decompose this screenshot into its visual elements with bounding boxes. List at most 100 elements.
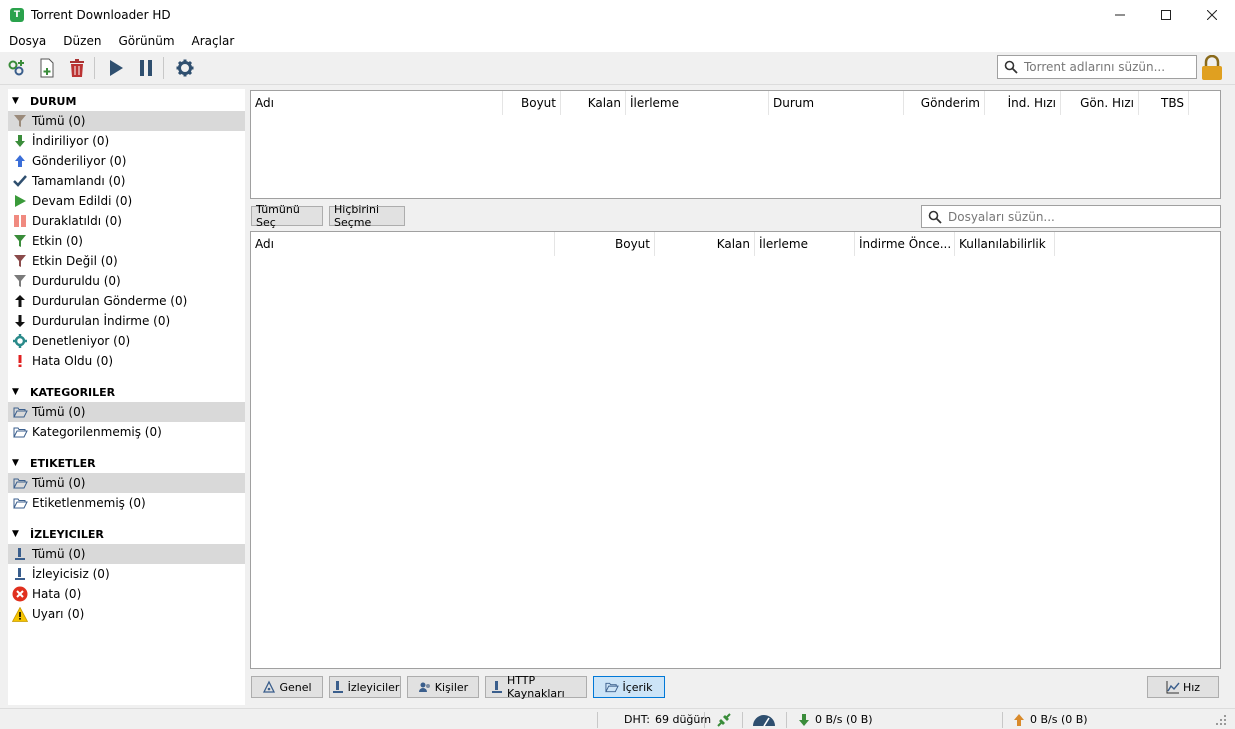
search-icon [928, 210, 942, 224]
tags-section-title: ETIKETLER [30, 456, 96, 470]
tags-section-header[interactable]: ▼ ETIKETLER [10, 454, 96, 472]
minimize-icon [1115, 14, 1125, 16]
sidebar-item-tracker-all[interactable]: Tümü (0) [8, 544, 245, 564]
add-torrent-link-button[interactable] [4, 55, 30, 81]
status-separator [704, 712, 705, 728]
close-icon [1207, 10, 1217, 20]
pause-button[interactable] [133, 55, 159, 81]
minimize-button[interactable] [1097, 0, 1143, 30]
speed-limit-icon[interactable] [752, 709, 776, 729]
maximize-button[interactable] [1143, 0, 1189, 30]
upload-arrow-icon [1014, 713, 1024, 726]
add-torrent-file-button[interactable] [34, 55, 60, 81]
file-search-input[interactable]: Dosyaları süzün... [921, 205, 1221, 228]
sidebar-item-status-all[interactable]: Tümü (0) [8, 111, 245, 131]
sidebar-item-paused[interactable]: Duraklatıldı (0) [8, 211, 245, 231]
column-header-progress-label: İlerleme [630, 96, 679, 110]
select-all-button[interactable]: Tümünü Seç [251, 203, 323, 229]
sidebar-item-label: Hata Oldu (0) [32, 354, 114, 368]
column-header-seeds[interactable]: Gönderim [904, 91, 985, 115]
stalled-upload-icon [12, 293, 28, 309]
tab-speed[interactable]: Hız [1147, 676, 1219, 698]
sidebar-item-active[interactable]: Etkin (0) [8, 231, 245, 251]
torrent-search-placeholder: Torrent adlarını süzün... [1024, 60, 1166, 74]
file-list[interactable]: Adı ^ Boyut Kalan İlerleme İndirme Önce.… [250, 231, 1221, 669]
menu-view[interactable]: Görünüm [110, 34, 182, 48]
sidebar-item-errored[interactable]: Hata Oldu (0) [8, 351, 245, 371]
resume-button[interactable] [103, 55, 129, 81]
tab-peers[interactable]: Kişiler [407, 676, 479, 698]
sidebar-item-label: Tümü (0) [32, 114, 86, 128]
sidebar-item-completed[interactable]: Tamamlandı (0) [8, 171, 245, 191]
column-header-remaining[interactable]: Kalan [561, 91, 626, 115]
chevron-down-icon: ▼ [12, 387, 19, 397]
filter-stopped-icon [12, 273, 28, 289]
sidebar-item-untagged[interactable]: Etiketlenmemiş (0) [8, 493, 245, 513]
tab-general[interactable]: Genel [251, 676, 323, 698]
file-column-header-availability[interactable]: Kullanılabilirlik [955, 232, 1055, 256]
upload-speed-status[interactable]: 0 B/s (0 B) [1012, 709, 1088, 729]
status-separator [786, 712, 787, 728]
file-column-header-remaining[interactable]: Kalan [655, 232, 755, 256]
trackers-section-header[interactable]: ▼ İZLEYICILER [10, 525, 104, 543]
sidebar-item-label: Uyarı (0) [32, 607, 85, 621]
lock-icon[interactable] [1200, 55, 1224, 81]
file-column-header-progress[interactable]: İlerleme [755, 232, 855, 256]
exclamation-icon [12, 353, 28, 369]
file-column-header-name[interactable]: Adı ^ [251, 232, 555, 256]
torrent-list[interactable]: Adı Boyut Kalan İlerleme ^ Durum Gönderi… [250, 90, 1221, 199]
column-header-size[interactable]: Boyut [503, 91, 561, 115]
sidebar-item-stopped[interactable]: Durduruldu (0) [8, 271, 245, 291]
close-button[interactable] [1189, 0, 1235, 30]
menu-tools[interactable]: Araçlar [184, 34, 243, 48]
download-speed-value: 0 B/s (0 B) [815, 713, 873, 726]
menu-file[interactable]: Dosya [1, 34, 54, 48]
tab-general-label: Genel [279, 680, 312, 694]
column-header-up-speed[interactable]: Gön. Hızı [1061, 91, 1139, 115]
sidebar-item-label: Duraklatıldı (0) [32, 214, 122, 228]
folder-icon [12, 404, 28, 420]
sidebar-item-tracker-warning[interactable]: Uyarı (0) [8, 604, 245, 624]
resize-grip[interactable] [1214, 709, 1228, 729]
menu-edit[interactable]: Düzen [55, 34, 109, 48]
column-header-eta[interactable]: TBS [1139, 91, 1189, 115]
tab-http-sources[interactable]: HTTP Kaynakları [485, 674, 587, 700]
pause-icon [12, 213, 28, 229]
sidebar-item-label: Kategorilenmemiş (0) [32, 425, 162, 439]
play-icon [110, 60, 123, 76]
add-file-icon [40, 58, 54, 78]
tab-speed-label: Hız [1182, 680, 1201, 694]
sidebar-item-stalled-upload[interactable]: Durdurulan Gönderme (0) [8, 291, 245, 311]
status-bar: DHT: 69 düğüm 0 B/s (0 B) 0 B/s (0 B) [0, 708, 1235, 729]
chevron-down-icon: ▼ [12, 529, 19, 539]
file-search-placeholder: Dosyaları süzün... [948, 209, 1055, 224]
status-section-header[interactable]: ▼ DURUM [10, 92, 76, 110]
column-header-progress[interactable]: İlerleme ^ [626, 91, 769, 115]
select-none-button[interactable]: Hiçbirini Seçme [329, 203, 405, 229]
sidebar-item-inactive[interactable]: Etkin Değil (0) [8, 251, 245, 271]
column-header-status[interactable]: Durum [769, 91, 904, 115]
sidebar-item-seeding[interactable]: Gönderiliyor (0) [8, 151, 245, 171]
sidebar-item-stalled-download[interactable]: Durdurulan İndirme (0) [8, 311, 245, 331]
trackers-section-title: İZLEYICILER [30, 527, 104, 541]
tab-content[interactable]: İçerik [593, 676, 665, 698]
sidebar-item-tracker-error[interactable]: Hata (0) [8, 584, 245, 604]
torrent-search-input[interactable]: Torrent adlarını süzün... [997, 55, 1197, 79]
sidebar-item-trackerless[interactable]: İzleyicisiz (0) [8, 564, 245, 584]
file-column-header-size[interactable]: Boyut [555, 232, 655, 256]
file-column-header-priority[interactable]: İndirme Önce... [855, 232, 955, 256]
sidebar-item-downloading[interactable]: İndiriliyor (0) [8, 131, 245, 151]
sidebar-item-resumed[interactable]: Devam Edildi (0) [8, 191, 245, 211]
sidebar-item-category-all[interactable]: Tümü (0) [8, 402, 245, 422]
sidebar-item-uncategorized[interactable]: Kategorilenmemiş (0) [8, 422, 245, 442]
categories-section-header[interactable]: ▼ KATEGORILER [10, 383, 115, 401]
column-header-name[interactable]: Adı [251, 91, 503, 115]
column-header-down-speed[interactable]: İnd. Hızı [985, 91, 1061, 115]
download-speed-status[interactable]: 0 B/s (0 B) [797, 709, 873, 729]
options-button[interactable] [172, 55, 198, 81]
sidebar-item-tag-all[interactable]: Tümü (0) [8, 473, 245, 493]
sidebar-item-checking[interactable]: Denetleniyor (0) [8, 331, 245, 351]
tab-trackers[interactable]: İzleyiciler [329, 676, 401, 698]
connection-status-icon[interactable] [716, 709, 732, 729]
delete-torrent-button[interactable] [64, 55, 90, 81]
